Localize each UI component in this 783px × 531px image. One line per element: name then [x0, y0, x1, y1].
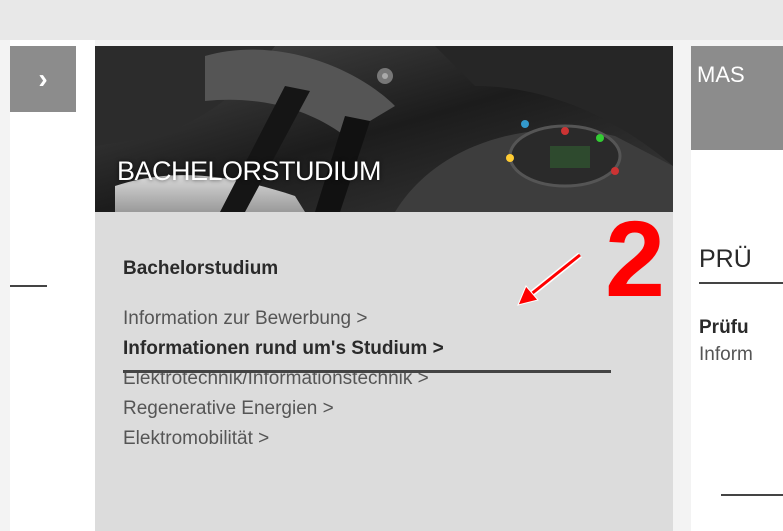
annotation-arrow-icon [517, 252, 582, 306]
chevron-right-icon: › [38, 63, 48, 94]
active-link-underline [123, 370, 611, 373]
pruefung-link[interactable]: Inform [699, 344, 753, 366]
master-hero-tile[interactable]: MAS [691, 46, 783, 150]
link-regenerative-energien[interactable]: Regenerative Energien > [123, 394, 444, 424]
link-elektrotechnik[interactable]: Elektrotechnik/Informationstechnik > [123, 364, 444, 394]
top-bar [0, 0, 783, 40]
carousel-next-button[interactable]: › [10, 46, 76, 112]
divider-line [10, 285, 47, 287]
bachelor-link-list: Information zur Bewerbung > Informatione… [123, 304, 444, 454]
link-elektromobilitaet[interactable]: Elektromobilität > [123, 424, 444, 454]
pruefung-heading: PRÜ [699, 245, 752, 273]
hero-title: BACHELORSTUDIUM [117, 156, 382, 186]
pruefung-subheading: Prüfu [699, 317, 749, 338]
race-car-cockpit-photo [95, 46, 673, 212]
master-hero-title: MAS [697, 62, 745, 87]
link-studium-info[interactable]: Informationen rund um's Studium > [123, 334, 444, 364]
divider-line [721, 494, 783, 496]
heading-underline [699, 282, 783, 284]
master-panel: PRÜ Prüfu Inform [691, 150, 783, 531]
section-heading: Bachelorstudium [123, 258, 279, 279]
link-bewerbung[interactable]: Information zur Bewerbung > [123, 304, 444, 334]
bachelor-hero-image[interactable]: BACHELORSTUDIUM [95, 46, 673, 212]
step-number-annotation: 2 [605, 198, 666, 319]
